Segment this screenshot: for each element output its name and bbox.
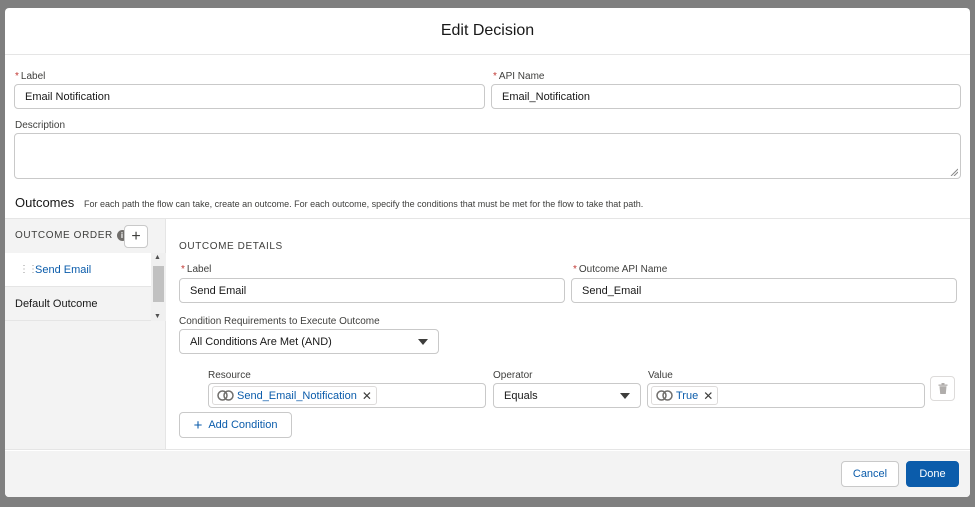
resource-input[interactable]: Send_Email_Notification ✕ — [208, 383, 486, 408]
label-field-label: * Label — [15, 71, 46, 82]
plus-icon: + — [131, 227, 141, 245]
modal-header: Edit Decision — [5, 8, 970, 55]
api-name-input[interactable]: Email_Notification — [491, 84, 961, 109]
close-icon[interactable]: ✕ — [703, 389, 713, 403]
outcome-list-scrollbar[interactable]: ▲ ▼ — [151, 253, 166, 321]
resource-label: Resource — [208, 370, 251, 381]
scrollbar-thumb[interactable] — [153, 266, 164, 302]
outcomes-panel: OUTCOME ORDER i + ⋮⋮ Send Email Default … — [5, 218, 970, 450]
modal-footer: Cancel Done — [5, 451, 970, 497]
outcome-order-heading: OUTCOME ORDER i — [15, 230, 128, 241]
scroll-up-icon[interactable]: ▲ — [154, 254, 161, 261]
required-marker: * — [181, 264, 185, 275]
condition-requirements-select[interactable]: All Conditions Are Met (AND) — [179, 329, 439, 354]
edit-decision-modal: Edit Decision * Label Email Notification … — [5, 8, 970, 497]
outcome-item-label: Default Outcome — [15, 297, 98, 310]
toggle-resource-icon — [217, 390, 234, 401]
done-button[interactable]: Done — [906, 461, 959, 487]
outcome-label-field-label: * Label — [181, 264, 212, 275]
resource-pill[interactable]: Send_Email_Notification ✕ — [212, 386, 377, 405]
value-input[interactable]: True ✕ — [647, 383, 925, 408]
resource-pill-label: Send_Email_Notification — [237, 389, 357, 402]
required-marker: * — [493, 71, 497, 82]
value-pill-label: True — [676, 389, 699, 402]
delete-condition-button[interactable] — [930, 376, 955, 401]
chevron-down-icon — [620, 392, 630, 399]
plus-icon: + — [193, 416, 203, 434]
description-field-label: Description — [15, 120, 66, 131]
description-textarea[interactable] — [14, 133, 961, 179]
outcome-details-heading: OUTCOME DETAILS — [179, 241, 283, 252]
outcome-item-default[interactable]: Default Outcome — [5, 287, 151, 321]
required-marker: * — [15, 71, 19, 82]
add-outcome-button[interactable]: + — [124, 225, 148, 248]
trash-icon — [938, 383, 947, 394]
outcome-item-send-email[interactable]: ⋮⋮ Send Email — [5, 253, 151, 287]
add-condition-button[interactable]: + Add Condition — [179, 412, 292, 438]
outcomes-description: For each path the flow can take, create … — [84, 199, 644, 209]
resize-handle-icon[interactable] — [950, 168, 958, 176]
condition-requirements-label: Condition Requirements to Execute Outcom… — [179, 316, 380, 327]
api-name-field-label: * API Name — [493, 71, 545, 82]
drag-handle-icon[interactable]: ⋮⋮ — [19, 264, 38, 275]
toggle-resource-icon — [656, 390, 673, 401]
required-marker: * — [573, 264, 577, 275]
value-label: Value — [648, 370, 673, 381]
scroll-down-icon[interactable]: ▼ — [154, 313, 161, 320]
outcome-order-sidebar: OUTCOME ORDER i + ⋮⋮ Send Email Default … — [5, 219, 166, 449]
modal-title: Edit Decision — [440, 22, 535, 39]
outcome-label-input[interactable]: Send Email — [179, 278, 565, 303]
outcome-api-name-field-label: * Outcome API Name — [573, 264, 668, 275]
close-icon[interactable]: ✕ — [362, 389, 372, 403]
chevron-down-icon — [418, 338, 428, 345]
outcome-api-name-input[interactable]: Send_Email — [571, 278, 957, 303]
condition-requirements-value: All Conditions Are Met (AND) — [190, 335, 332, 348]
operator-value: Equals — [504, 389, 538, 402]
operator-select[interactable]: Equals — [493, 383, 641, 408]
value-pill[interactable]: True ✕ — [651, 386, 719, 405]
label-input[interactable]: Email Notification — [14, 84, 485, 109]
outcomes-title: Outcomes — [15, 195, 75, 210]
outcome-item-label: Send Email — [35, 263, 92, 276]
add-condition-label: Add Condition — [208, 419, 278, 431]
cancel-button[interactable]: Cancel — [841, 461, 899, 487]
operator-label: Operator — [493, 370, 533, 381]
